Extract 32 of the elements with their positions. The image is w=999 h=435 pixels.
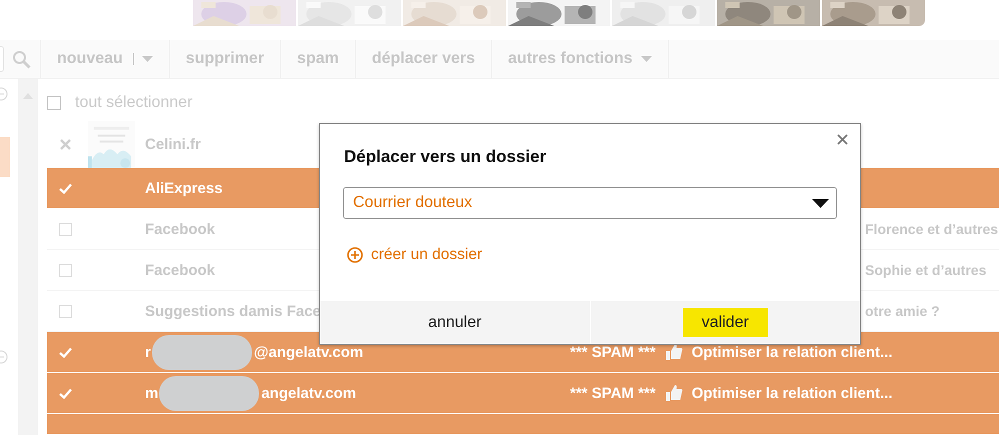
create-folder-link[interactable]: créer un dossier bbox=[371, 246, 482, 264]
check-icon[interactable] bbox=[59, 346, 72, 358]
sender-name: @angelatv.com bbox=[254, 344, 364, 360]
checkbox[interactable] bbox=[59, 264, 72, 276]
cancel-button[interactable]: annuler bbox=[428, 314, 482, 332]
close-icon[interactable] bbox=[837, 134, 848, 145]
message-subject: Optimiser la relation client... bbox=[692, 344, 892, 360]
checkbox[interactable] bbox=[59, 304, 72, 318]
sender-name: m bbox=[145, 384, 158, 402]
sender-name: r bbox=[145, 344, 151, 360]
spam-tag: *** SPAM *** bbox=[570, 384, 656, 402]
scrollbar-track[interactable] bbox=[18, 79, 38, 435]
caret-icon bbox=[640, 56, 652, 62]
checkbox[interactable] bbox=[47, 96, 61, 110]
message-subject: Optimiser la relation client... bbox=[692, 384, 892, 402]
message-row[interactable]: m angelatv.com *** SPAM *** Optimiser la relation client... bbox=[47, 373, 999, 414]
confirm-button[interactable]: valider bbox=[682, 308, 768, 337]
check-icon[interactable] bbox=[59, 388, 72, 398]
plus-circle-icon[interactable] bbox=[347, 247, 363, 263]
search-icon[interactable] bbox=[12, 50, 31, 68]
caret-icon bbox=[812, 198, 829, 208]
folder-select[interactable]: Courrier douteux bbox=[343, 187, 837, 219]
sender-name: angelatv.com bbox=[261, 384, 356, 402]
spam-tag: *** SPAM *** bbox=[570, 344, 656, 360]
check-icon[interactable] bbox=[59, 182, 72, 194]
sender-name: AliExpress bbox=[145, 180, 223, 196]
checkbox[interactable] bbox=[59, 222, 72, 236]
message-row[interactable] bbox=[47, 414, 999, 434]
thumbs-up-icon bbox=[664, 384, 683, 402]
folder-highlight bbox=[0, 137, 10, 177]
caret-icon bbox=[142, 56, 153, 62]
dialog-title: Déplacer vers un dossier bbox=[344, 147, 548, 167]
